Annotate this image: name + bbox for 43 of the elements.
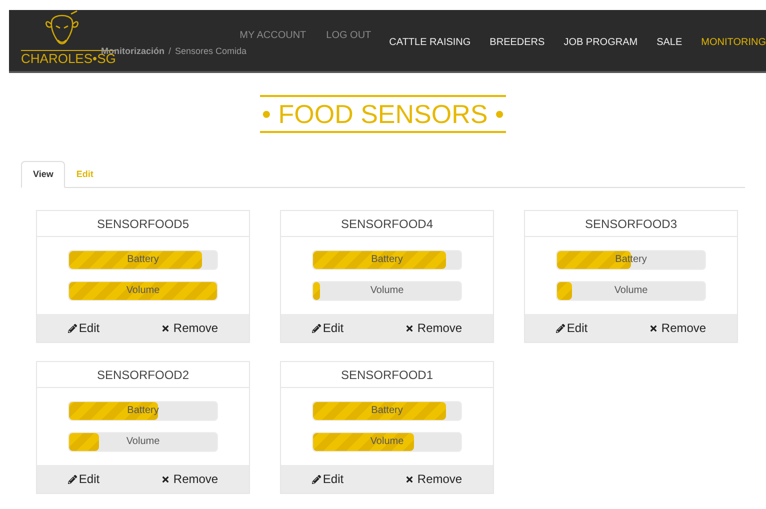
- sensor-name: SENSORFOOD1: [340, 366, 433, 384]
- edit-link[interactable]: Edit: [312, 470, 344, 488]
- close-icon: [161, 474, 170, 484]
- close-icon: [161, 324, 170, 332]
- nav-link[interactable]: BREEDERS: [490, 35, 545, 50]
- close-icon: [405, 324, 414, 332]
- nav-link[interactable]: CATTLE RAISING: [389, 35, 471, 50]
- pencil-icon: [312, 324, 321, 332]
- progress-label: Battery: [126, 253, 160, 267]
- progress-label: Volume: [369, 435, 405, 449]
- sensor-name: SENSORFOOD2: [96, 366, 189, 384]
- sensor-name: SENSORFOOD5: [96, 216, 189, 232]
- pencil-icon: [556, 324, 565, 332]
- nav-link[interactable]: JOB PROGRAM: [564, 35, 638, 50]
- sensor-name: SENSORFOOD4: [340, 216, 433, 232]
- remove-link[interactable]: Remove: [649, 319, 706, 337]
- progress-label: Battery: [370, 404, 404, 418]
- pencil-icon: [312, 474, 321, 484]
- breadcrumb-link[interactable]: Sensores Comida: [175, 44, 247, 58]
- progress-label: Volume: [369, 284, 405, 298]
- edit-link[interactable]: Edit: [68, 470, 100, 488]
- progress-label: Battery: [370, 253, 404, 267]
- edit-link[interactable]: Edit: [556, 319, 588, 337]
- edit-link[interactable]: Edit: [68, 319, 100, 337]
- edit-link[interactable]: Edit: [312, 319, 344, 337]
- remove-link[interactable]: Remove: [405, 319, 462, 337]
- page-title: • FOOD SENSORS •: [260, 95, 506, 133]
- nav-link[interactable]: SALE: [656, 35, 682, 50]
- sensor-name: SENSORFOOD3: [584, 216, 677, 232]
- remove-link[interactable]: Remove: [161, 319, 218, 337]
- nav-link[interactable]: MONITORING: [701, 35, 766, 50]
- progress-label: Volume: [125, 435, 161, 449]
- breadcrumb-separator: /: [168, 44, 172, 58]
- progress-label: Volume: [125, 284, 161, 298]
- remove-link[interactable]: Remove: [405, 470, 462, 488]
- progress-label: Volume: [613, 284, 649, 298]
- remove-link[interactable]: Remove: [161, 470, 218, 488]
- account-link[interactable]: LOG OUT: [326, 28, 372, 71]
- close-icon: [405, 474, 414, 484]
- close-icon: [649, 324, 658, 332]
- tab[interactable]: View: [21, 161, 66, 188]
- pencil-icon: [68, 474, 77, 484]
- pencil-icon: [68, 324, 77, 332]
